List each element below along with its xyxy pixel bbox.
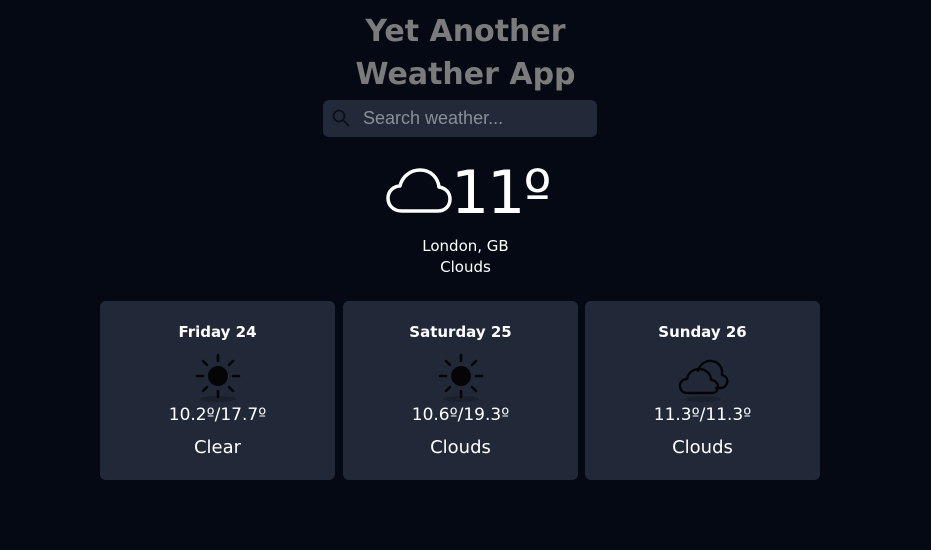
search-input[interactable] [363,100,588,137]
app-title-line-1: Yet Another [365,14,566,49]
forecast-temperature-range: 10.6º/19.3º [411,405,510,425]
search-icon [332,109,350,127]
forecast-card: Sunday 26 11.3º/11.3º Clouds [585,301,820,480]
cloud-icon [386,168,452,213]
clouds-icon [678,359,728,402]
forecast-list: Friday 24 10.2º/17.7º Clear Saturday 25 … [100,301,820,480]
app-title-line-2: Weather App [355,57,576,92]
weather-app: Yet Another Weather App 11º London, GB C… [0,0,931,550]
forecast-day: Saturday 25 [409,323,512,341]
sun-icon [438,353,483,402]
forecast-temperature-range: 11.3º/11.3º [653,405,752,425]
forecast-condition: Clouds [672,437,733,458]
current-temperature: 11º [451,158,552,228]
forecast-card: Friday 24 10.2º/17.7º Clear [100,301,335,480]
search-bar [323,100,597,137]
app-title: Yet Another Weather App [0,10,931,96]
forecast-day: Sunday 26 [658,323,747,341]
forecast-condition: Clear [193,437,242,458]
forecast-day: Friday 24 [178,323,257,341]
sun-icon [195,353,240,402]
current-location: London, GB [422,237,509,255]
forecast-temperature-range: 10.2º/17.7º [168,405,267,425]
forecast-card: Saturday 25 10.6º/19.3º Clouds [343,301,578,480]
current-weather-summary: 11º [385,158,555,235]
current-condition: Clouds [440,258,491,276]
forecast-condition: Clouds [430,437,491,458]
